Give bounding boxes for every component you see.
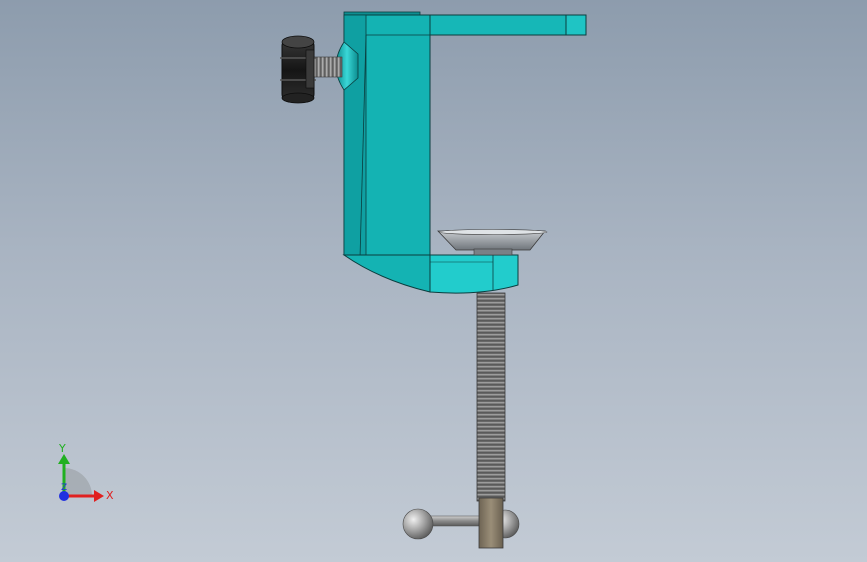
clamp-frame[interactable] bbox=[342, 11, 587, 294]
main-threaded-screw[interactable] bbox=[476, 292, 506, 502]
x-axis-arrowhead bbox=[94, 490, 104, 502]
star-knob[interactable] bbox=[280, 35, 316, 104]
side-screw-thread[interactable] bbox=[311, 56, 343, 78]
tommy-bar-handle[interactable] bbox=[402, 497, 520, 549]
graphics-viewport[interactable]: Y X Z bbox=[0, 0, 867, 562]
y-axis-label: Y bbox=[58, 442, 66, 455]
y-axis-arrowhead bbox=[58, 454, 70, 464]
reference-triad: Y X Z bbox=[58, 442, 114, 502]
pressure-pad[interactable] bbox=[437, 229, 548, 256]
z-axis-label: Z bbox=[61, 483, 67, 493]
clamp-model[interactable] bbox=[0, 0, 867, 562]
x-axis-label: X bbox=[106, 489, 114, 502]
